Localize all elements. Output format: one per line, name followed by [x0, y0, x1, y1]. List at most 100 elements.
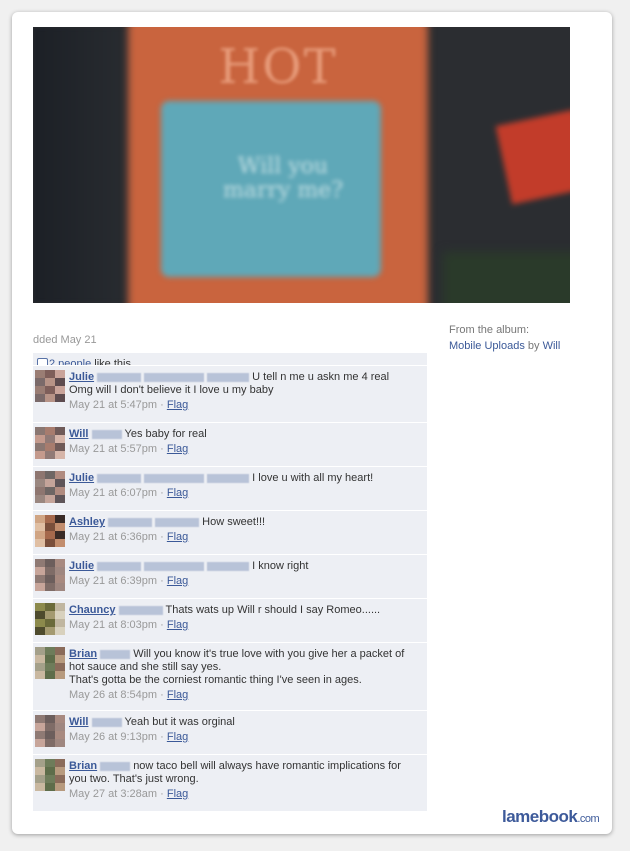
avatar-pixel	[45, 739, 55, 747]
avatar-pixel	[35, 471, 45, 479]
comment: Brian Will you know it's true love with …	[33, 642, 427, 710]
flag-link[interactable]: Flag	[167, 531, 188, 543]
comment-timestamp[interactable]: May 26 at 9:13pm	[69, 731, 157, 743]
flag-link[interactable]: Flag	[167, 689, 188, 701]
comment-author-link[interactable]: Will	[69, 716, 88, 728]
flag-link[interactable]: Flag	[167, 443, 188, 455]
avatar-pixel	[45, 663, 55, 671]
logo-suffix: .com	[577, 813, 600, 825]
avatar-pixel	[35, 583, 45, 591]
flag-link[interactable]: Flag	[167, 731, 188, 743]
redacted-name	[97, 561, 142, 571]
comment: Brian now taco bell will always have rom…	[33, 754, 427, 811]
avatar-pixel	[45, 731, 55, 739]
comment-author-link[interactable]: Julie	[69, 371, 94, 383]
avatar[interactable]	[35, 515, 65, 547]
comment-author-link[interactable]: Chauncy	[69, 604, 115, 616]
meta-separator: ·	[157, 731, 167, 743]
album-link[interactable]: Mobile Uploads	[449, 340, 525, 352]
avatar[interactable]	[35, 559, 65, 591]
flag-link[interactable]: Flag	[167, 619, 188, 631]
comment-author-link[interactable]: Ashley	[69, 516, 105, 528]
comment-meta: May 26 at 8:54pm · Flag	[69, 689, 421, 702]
comment-body: Ashley How sweet!!! May 21 at 6:36pm · Fl…	[69, 516, 421, 544]
redacted-name	[108, 517, 153, 527]
comment-author-link[interactable]: Julie	[69, 560, 94, 572]
meta-separator: ·	[157, 619, 167, 631]
avatar-pixel	[35, 603, 45, 611]
flag-link[interactable]: Flag	[167, 487, 188, 499]
album-owner-link[interactable]: Will	[543, 340, 561, 352]
avatar-pixel	[45, 435, 55, 443]
comment-author-link[interactable]: Julie	[69, 472, 94, 484]
flag-link[interactable]: Flag	[167, 575, 188, 587]
comment-timestamp[interactable]: May 27 at 3:28am	[69, 788, 157, 800]
avatar-pixel	[45, 479, 55, 487]
avatar-pixel	[35, 655, 45, 663]
added-date: dded May 21	[33, 334, 97, 346]
avatar-pixel	[35, 378, 45, 386]
avatar[interactable]	[35, 715, 65, 747]
avatar-pixel	[35, 575, 45, 583]
avatar-pixel	[35, 739, 45, 747]
avatar[interactable]	[35, 603, 65, 635]
photo[interactable]: HOT Will you marry me?	[33, 27, 570, 303]
comment-timestamp[interactable]: May 21 at 8:03pm	[69, 619, 157, 631]
meta-separator: ·	[157, 487, 167, 499]
avatar-pixel	[55, 370, 65, 378]
comment-timestamp[interactable]: May 21 at 5:57pm	[69, 443, 157, 455]
redacted-name	[144, 473, 205, 483]
avatar-pixel	[55, 619, 65, 627]
comment-timestamp[interactable]: May 21 at 6:36pm	[69, 531, 157, 543]
avatar-pixel	[45, 759, 55, 767]
avatar-pixel	[45, 715, 55, 723]
avatar[interactable]	[35, 471, 65, 503]
avatar[interactable]	[35, 647, 65, 679]
comment-timestamp[interactable]: May 21 at 6:07pm	[69, 487, 157, 499]
comment: Will Yes baby for real May 21 at 5:57pm ·…	[33, 422, 427, 466]
photo-background	[443, 252, 570, 303]
comment-meta: May 21 at 5:47pm · Flag	[69, 399, 421, 412]
avatar-pixel	[45, 611, 55, 619]
comment-timestamp[interactable]: May 21 at 5:47pm	[69, 399, 157, 411]
comment-author-link[interactable]: Brian	[69, 760, 97, 772]
avatar-pixel	[35, 394, 45, 402]
comment-content: Chauncy Thats wats up Will r should I sa…	[69, 604, 421, 617]
comment-text: Thats wats up Will r should I say Romeo.…	[165, 604, 381, 616]
comment: Julie I love u with all my heart! May 21 …	[33, 466, 427, 510]
comment-text: Yeah but it was orginal	[124, 716, 235, 728]
avatar-pixel	[45, 671, 55, 679]
comment: Will Yeah but it was orginal May 26 at 9:…	[33, 710, 427, 754]
avatar-pixel	[55, 783, 65, 791]
avatar-pixel	[55, 663, 65, 671]
flag-link[interactable]: Flag	[167, 399, 188, 411]
avatar-pixel	[45, 559, 55, 567]
comment-timestamp[interactable]: May 26 at 8:54pm	[69, 689, 157, 701]
avatar-pixel	[35, 531, 45, 539]
comment-timestamp[interactable]: May 21 at 6:39pm	[69, 575, 157, 587]
comment-content: Ashley How sweet!!!	[69, 516, 421, 529]
avatar-pixel	[55, 575, 65, 583]
flag-link[interactable]: Flag	[167, 788, 188, 800]
avatar[interactable]	[35, 427, 65, 459]
lamebook-logo: lamebook.com	[502, 807, 600, 827]
avatar-pixel	[45, 427, 55, 435]
meta-separator: ·	[157, 399, 167, 411]
photo-card: HOT Will you marry me? dded May 21 From …	[12, 12, 612, 834]
comment-author-link[interactable]: Will	[69, 428, 88, 440]
comment-content: Brian now taco bell will always have rom…	[69, 760, 421, 786]
comment-body: Julie I love u with all my heart! May 21 …	[69, 472, 421, 500]
comment: Julie I know right May 21 at 6:39pm · Fla…	[33, 554, 427, 598]
avatar[interactable]	[35, 759, 65, 791]
avatar-pixel	[35, 443, 45, 451]
avatar-pixel	[35, 715, 45, 723]
avatar[interactable]	[35, 370, 65, 402]
avatar-pixel	[55, 775, 65, 783]
avatar-pixel	[35, 515, 45, 523]
avatar-pixel	[45, 451, 55, 459]
avatar-pixel	[35, 523, 45, 531]
comment-author-link[interactable]: Brian	[69, 648, 97, 660]
photo-packet	[495, 109, 570, 205]
avatar-pixel	[55, 759, 65, 767]
avatar-pixel	[55, 611, 65, 619]
